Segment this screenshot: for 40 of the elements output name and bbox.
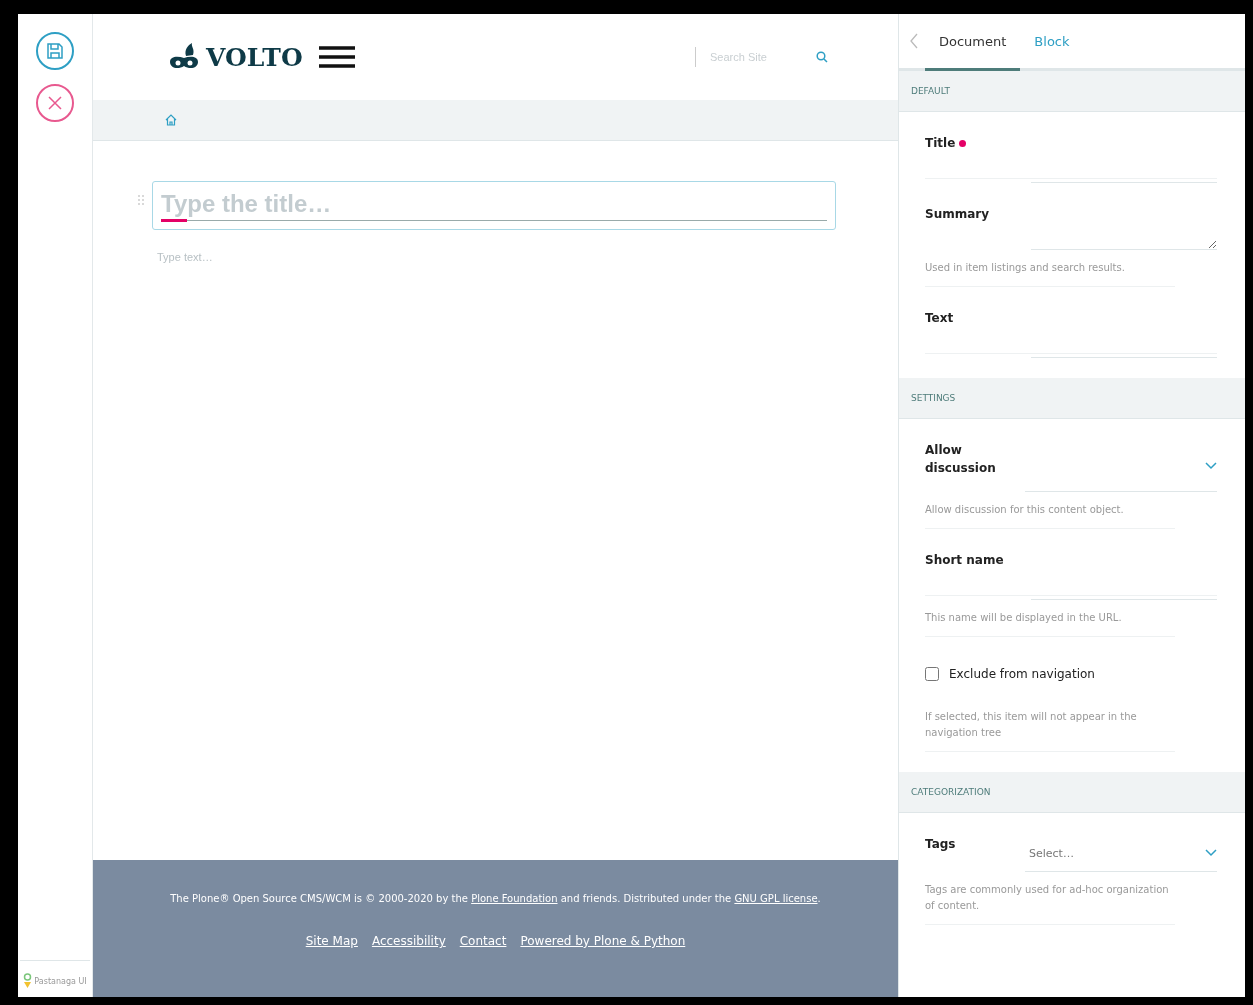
- footer-nav-link[interactable]: Site Map: [305, 934, 358, 948]
- home-icon[interactable]: [165, 114, 177, 126]
- footer-copyright: The Plone® Open Source CMS/WCM is © 2000-2020 by the Plone Foundation and friends. Distributed under the GNU GPL license.: [170, 892, 821, 906]
- help-text: If selected, this item will not appear in the navigation tree: [925, 699, 1175, 752]
- help-text: Used in item listings and search results.: [925, 250, 1175, 287]
- checkbox[interactable]: [925, 667, 939, 681]
- logo-text: VOLTO: [206, 42, 303, 72]
- field-label: Tags: [925, 836, 957, 853]
- field-label: Title: [925, 132, 1025, 152]
- back-chevron-icon[interactable]: [909, 33, 919, 49]
- close-icon: [47, 95, 63, 111]
- footer-nav-link[interactable]: Accessibility: [371, 934, 446, 948]
- help-text: Tags are commonly used for ad-hoc organization of content.: [925, 872, 1175, 925]
- field-label: Allow discussion: [925, 442, 997, 477]
- brand-text: Pastanaga UI: [34, 976, 87, 986]
- section-title: DEFAULT: [911, 86, 950, 96]
- pin-icon: [23, 973, 33, 989]
- section-title: CATEGORIZATION: [911, 787, 991, 797]
- title-field[interactable]: Type the title…: [152, 181, 836, 230]
- checkbox-label: Exclude from navigation: [949, 667, 1095, 681]
- select-field[interactable]: Select…: [1025, 835, 1217, 872]
- cancel-button[interactable]: [36, 84, 74, 122]
- footer-link[interactable]: Plone Foundation: [471, 893, 558, 904]
- footer-nav-link[interactable]: Powered by Plone & Python: [520, 934, 686, 948]
- sidebar-tab[interactable]: Block: [1020, 14, 1084, 71]
- drag-handle-icon[interactable]: [138, 195, 144, 205]
- help-text: Allow discussion for this content object.: [925, 492, 1175, 529]
- save-button[interactable]: [36, 32, 74, 70]
- footer-nav-link[interactable]: Contact: [459, 934, 507, 948]
- help-text: This name will be displayed in the URL.: [925, 600, 1175, 637]
- chevron-down-icon: [1205, 849, 1217, 857]
- select-placeholder: Select…: [1029, 846, 1074, 860]
- field-label: Summary: [925, 206, 991, 223]
- menu-icon[interactable]: [318, 45, 355, 69]
- section-title: SETTINGS: [911, 393, 956, 403]
- field-label: Short name: [925, 552, 1005, 569]
- footer-link[interactable]: GNU GPL license: [734, 893, 818, 904]
- chevron-down-icon: [1205, 462, 1217, 470]
- search-icon[interactable]: [816, 51, 828, 63]
- field-label: Text: [925, 310, 955, 327]
